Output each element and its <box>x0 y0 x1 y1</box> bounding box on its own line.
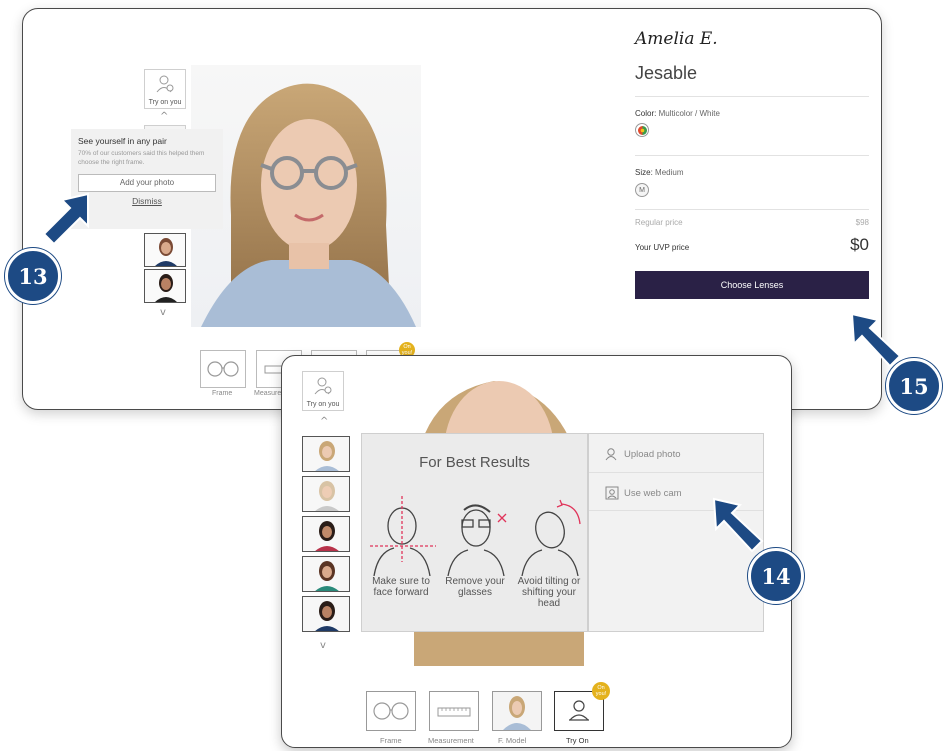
popup-description: 70% of our customers said this helped th… <box>78 150 205 166</box>
regular-price-value: $98 <box>855 218 869 227</box>
tab-frame[interactable] <box>366 691 416 731</box>
size-swatch-medium[interactable]: M <box>635 183 649 197</box>
try-on-you-label: Try on you <box>306 401 340 408</box>
tab-frame-label: Frame <box>212 390 233 397</box>
model-portrait-icon <box>303 477 349 511</box>
model-portrait-icon <box>303 557 349 591</box>
callout-14: 14 <box>748 548 804 604</box>
popup-title: See yourself in any pair <box>78 136 167 146</box>
model-portrait-icon <box>303 437 349 471</box>
use-web-cam-option[interactable]: Use web cam <box>605 486 682 500</box>
tab-measurement[interactable] <box>429 691 479 731</box>
divider <box>635 155 869 156</box>
model-thumbnail[interactable] <box>144 269 186 303</box>
product-name: Jesable <box>635 63 698 83</box>
avoid-tilting-icon <box>521 499 581 576</box>
model-thumbnail[interactable] <box>302 436 350 472</box>
choose-lenses-button[interactable]: Choose Lenses <box>635 271 869 299</box>
brand-logo: Amelia E. <box>635 29 718 49</box>
webcam-icon <box>605 486 619 500</box>
uvp-price-row: Your UVP price $0 <box>635 235 869 255</box>
model-portrait-icon <box>303 597 349 631</box>
size-row: Size: Medium <box>635 168 869 177</box>
user-camera-icon <box>314 377 332 395</box>
model-portrait-icon <box>493 692 541 730</box>
tab-try-on-label: Try On <box>566 736 589 745</box>
regular-price-label: Regular price <box>635 218 683 227</box>
tab-measurement-label: Measurement <box>428 736 474 745</box>
model-photo <box>191 65 421 327</box>
face-guide-illustrations <box>370 496 581 576</box>
divider <box>635 96 869 97</box>
size-value: Medium <box>655 168 684 177</box>
remove-glasses-icon <box>447 504 507 576</box>
scroll-down-caret[interactable]: v <box>320 640 326 651</box>
try-on-you-thumbnail[interactable]: Try on you <box>302 371 344 411</box>
tip-face-forward: Make sure to face forward <box>372 576 430 598</box>
upload-photo-option[interactable]: Upload photo <box>605 447 681 461</box>
model-with-glasses-image <box>201 83 416 327</box>
upload-photo-icon <box>605 448 617 461</box>
try-on-you-thumbnail[interactable]: Try on you <box>144 69 186 109</box>
color-value: Multicolor / White <box>658 109 720 118</box>
callout-13: 13 <box>5 248 61 304</box>
try-on-you-label: Try on you <box>148 99 182 106</box>
glasses-icon <box>373 702 409 720</box>
tip-remove-glasses: Remove your glasses <box>445 576 505 598</box>
model-thumbnail[interactable] <box>302 556 350 592</box>
scroll-down-caret[interactable]: v <box>160 307 166 318</box>
model-thumbnail[interactable] <box>302 596 350 632</box>
callout-arrow-14 <box>712 497 764 553</box>
uvp-price-label: Your UVP price <box>635 243 690 252</box>
model-thumbnail[interactable] <box>302 516 350 552</box>
regular-price-row: Regular price $98 <box>635 218 869 227</box>
use-web-cam-label: Use web cam <box>624 487 682 499</box>
glasses-icon <box>207 361 239 377</box>
tab-model[interactable] <box>492 691 542 731</box>
ruler-icon <box>437 707 471 717</box>
model-thumbnail[interactable] <box>302 476 350 512</box>
best-results-title: For Best Results <box>419 454 530 471</box>
tab-measurement-label: Measure <box>254 390 282 397</box>
uvp-price-value: $0 <box>850 235 869 254</box>
tab-model-label: F. Model <box>498 736 527 745</box>
color-swatch-multicolor[interactable] <box>635 123 649 137</box>
color-row: Color: Multicolor / White <box>635 109 869 118</box>
model-portrait-icon <box>303 517 349 551</box>
tutorial-stage: Try on you ^ v See yourself in any pair … <box>0 0 951 751</box>
product-info-column: Amelia E. Jesable Color: Multicolor / Wh… <box>635 29 869 299</box>
model-thumbnail[interactable] <box>144 233 186 267</box>
color-label: Color: <box>635 109 657 118</box>
model-portrait-icon <box>145 234 185 266</box>
scroll-up-caret[interactable]: ^ <box>320 416 328 427</box>
divider <box>635 209 869 210</box>
on-you-badge: On you! <box>592 682 610 700</box>
callout-arrow-13 <box>42 192 89 246</box>
tab-frame[interactable] <box>200 350 246 388</box>
model-portrait-icon <box>145 270 185 302</box>
face-forward-icon <box>370 496 436 576</box>
multicolor-swatch-icon <box>637 125 647 135</box>
upload-photo-label: Upload photo <box>624 448 681 460</box>
tip-avoid-tilting: Avoid tilting or shifting your head <box>517 576 581 609</box>
best-results-guide: For Best Results Make sure to face forwa… <box>361 433 588 632</box>
callout-15: 15 <box>886 358 942 414</box>
tab-frame-label: Frame <box>380 736 402 745</box>
user-camera-icon <box>156 75 174 93</box>
product-detail-panel: Try on you ^ v See yourself in any pair … <box>22 8 882 410</box>
divider <box>589 472 763 473</box>
scroll-up-caret[interactable]: ^ <box>160 111 168 122</box>
size-label: Size: <box>635 168 653 177</box>
